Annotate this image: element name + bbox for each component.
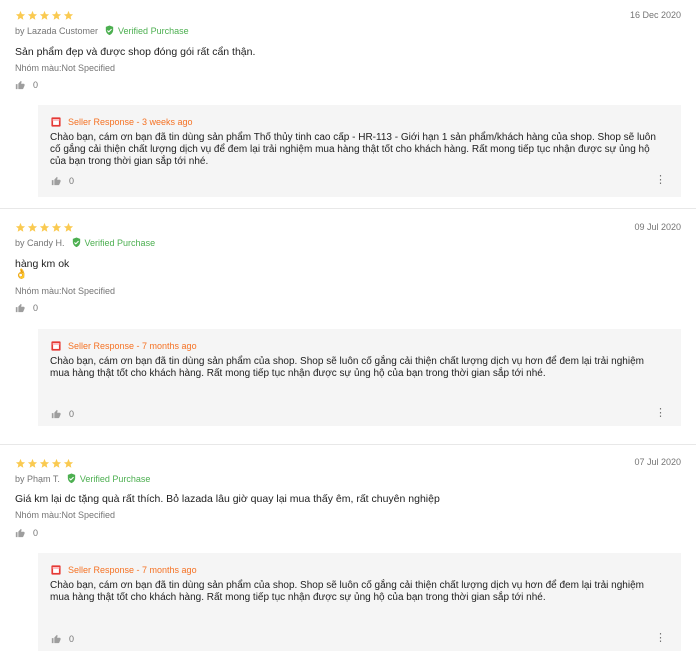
review-date: 09 Jul 2020 (634, 222, 681, 232)
shop-icon (51, 117, 61, 127)
review-author: by Phạm T. (15, 473, 60, 484)
review-item: by Phạm T. Verified Purchase 07 Jul 2020… (0, 448, 696, 657)
review-author: by Lazada Customer (15, 25, 99, 36)
star-icon (15, 222, 26, 232)
divider (0, 444, 696, 445)
seller-response-text: Chào bạn, cám ơn bạn đã tin dùng sản phẩ… (50, 132, 656, 167)
thumbs-up-icon (15, 80, 25, 90)
thumbs-up-icon (15, 528, 25, 538)
star-icon (63, 222, 74, 232)
like-button[interactable]: 0 (15, 80, 38, 90)
seller-response-label: Seller Response - 7 months ago (68, 341, 197, 351)
review-sku: Nhóm màu:Not Specified (15, 510, 116, 520)
seller-response-label: Seller Response - 7 months ago (68, 565, 197, 575)
like-button[interactable]: 0 (51, 409, 74, 419)
seller-response-header: Seller Response - 7 months ago (51, 341, 197, 351)
review-sku: Nhóm màu:Not Specified (15, 286, 116, 296)
like-count: 0 (33, 528, 39, 538)
like-count: 0 (33, 303, 39, 313)
star-icon (27, 222, 38, 232)
shop-icon (51, 565, 61, 575)
star-icon (39, 222, 50, 232)
star-icon (63, 10, 74, 20)
verified-check-icon (72, 237, 80, 248)
verified-badge: Verified Purchase (71, 237, 155, 248)
seller-response: Seller Response - 7 months ago Chào bạn,… (38, 553, 681, 651)
thumbs-up-icon (15, 303, 25, 313)
like-count: 0 (69, 176, 75, 186)
review-meta: by Lazada Customer Verified Purchase (15, 25, 189, 36)
review-meta: by Candy H. Verified Purchase (15, 237, 155, 248)
star-icon (63, 458, 74, 468)
review-item: by Lazada Customer Verified Purchase 16 … (0, 0, 696, 208)
more-vertical-icon[interactable]: ⋮ (655, 633, 666, 644)
seller-response-text: Chào bạn, cám ơn bạn đã tin dùng sản phẩ… (50, 356, 644, 379)
review-date: 16 Dec 2020 (629, 10, 681, 20)
star-icon (51, 458, 62, 468)
like-count: 0 (33, 80, 39, 90)
star-icon (51, 222, 62, 232)
rating-stars (15, 458, 74, 469)
seller-response-text: Chào bạn, cám ơn bạn đã tin dùng sản phẩ… (50, 580, 644, 603)
like-button[interactable]: 0 (51, 176, 74, 186)
review-content: Sản phẩm đẹp và được shop đóng gói rất c… (15, 46, 256, 58)
star-icon (51, 10, 62, 20)
verified-check-icon (105, 25, 114, 36)
star-icon (27, 458, 38, 468)
more-vertical-icon[interactable]: ⋮ (655, 408, 666, 419)
shop-icon (51, 341, 61, 351)
verified-check-icon (67, 473, 76, 484)
star-icon (39, 10, 50, 20)
review-emoji: 👌 (15, 269, 28, 280)
star-icon (15, 10, 26, 20)
thumbs-up-icon (51, 409, 61, 419)
thumbs-up-icon (51, 176, 61, 186)
divider (0, 208, 696, 209)
verified-badge: Verified Purchase (66, 473, 150, 484)
rating-stars (15, 222, 74, 233)
like-button[interactable]: 0 (51, 634, 74, 644)
more-vertical-icon[interactable]: ⋮ (655, 175, 666, 186)
review-item: by Candy H. Verified Purchase 09 Jul 202… (0, 212, 696, 442)
seller-response-header: Seller Response - 7 months ago (51, 565, 197, 575)
review-date: 07 Jul 2020 (634, 457, 681, 467)
star-icon (39, 458, 50, 468)
review-author: by Candy H. (15, 237, 65, 248)
like-button[interactable]: 0 (15, 303, 38, 313)
like-count: 0 (69, 634, 75, 644)
review-content: Giá km lại dc tặng quà rất thích. Bỏ laz… (15, 493, 440, 505)
like-count: 0 (69, 409, 75, 419)
star-icon (15, 458, 26, 468)
thumbs-up-icon (51, 634, 61, 644)
star-icon (27, 10, 38, 20)
rating-stars (15, 10, 74, 21)
verified-badge: Verified Purchase (104, 25, 189, 36)
review-meta: by Phạm T. Verified Purchase (15, 473, 150, 484)
seller-response-header: Seller Response - 3 weeks ago (51, 117, 193, 127)
seller-response: Seller Response - 3 weeks ago Chào bạn, … (38, 105, 681, 197)
seller-response-label: Seller Response - 3 weeks ago (68, 117, 193, 127)
review-sku: Nhóm màu:Not Specified (15, 63, 116, 73)
seller-response: Seller Response - 7 months ago Chào bạn,… (38, 329, 681, 426)
like-button[interactable]: 0 (15, 528, 38, 538)
